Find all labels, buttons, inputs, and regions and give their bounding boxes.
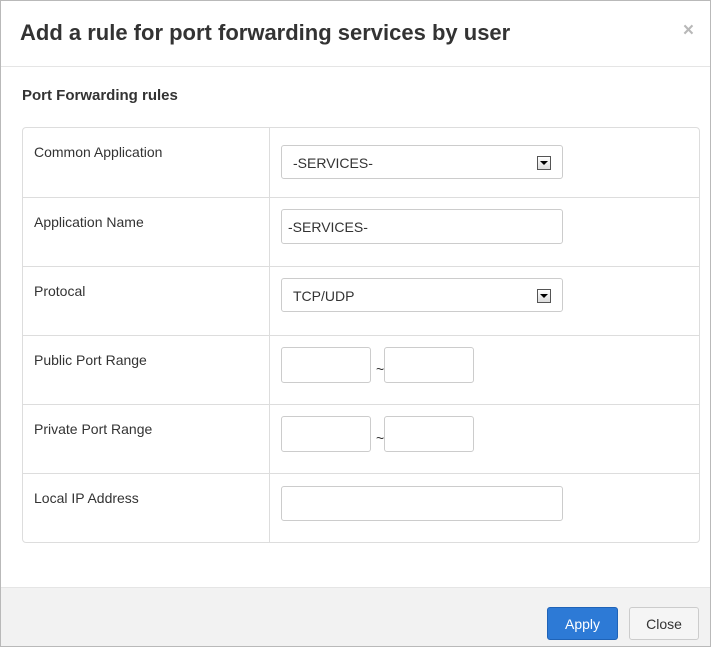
private-port-range-label: Private Port Range <box>34 421 153 437</box>
public-port-end-input[interactable] <box>384 347 474 383</box>
row-private-port-range: Private Port Range ~ <box>23 404 699 473</box>
port-forwarding-dialog: Add a rule for port forwarding services … <box>0 0 711 647</box>
dialog-footer: Apply Close <box>1 587 710 646</box>
application-name-label: Application Name <box>34 214 144 230</box>
public-port-range-label: Public Port Range <box>34 352 147 368</box>
local-ip-address-input[interactable] <box>281 486 563 521</box>
label-cell: Public Port Range <box>23 336 270 404</box>
section-title: Port Forwarding rules <box>22 87 178 104</box>
row-public-port-range: Public Port Range ~ <box>23 335 699 404</box>
public-port-range-separator: ~ <box>376 361 385 377</box>
label-cell: Application Name <box>23 198 270 266</box>
label-cell: Common Application <box>23 128 270 197</box>
public-port-start-input[interactable] <box>281 347 371 383</box>
apply-button[interactable]: Apply <box>547 607 618 640</box>
private-port-start-input[interactable] <box>281 416 371 452</box>
value-cell <box>270 198 699 266</box>
row-local-ip-address: Local IP Address <box>23 473 699 542</box>
local-ip-address-label: Local IP Address <box>34 490 139 506</box>
chevron-down-icon[interactable] <box>537 289 551 303</box>
row-protocol: Protocal TCP/UDP <box>23 266 699 335</box>
value-cell: -SERVICES- <box>270 128 699 197</box>
rules-table: Common Application -SERVICES- Applicatio… <box>22 127 700 543</box>
value-cell <box>270 474 699 542</box>
label-cell: Local IP Address <box>23 474 270 542</box>
value-cell: ~ <box>270 405 699 473</box>
chevron-down-icon[interactable] <box>537 156 551 170</box>
common-application-selected-value: -SERVICES- <box>293 155 373 171</box>
value-cell: TCP/UDP <box>270 267 699 335</box>
label-cell: Protocal <box>23 267 270 335</box>
private-port-end-input[interactable] <box>384 416 474 452</box>
value-cell: ~ <box>270 336 699 404</box>
private-port-range-separator: ~ <box>376 430 385 446</box>
protocol-label: Protocal <box>34 283 86 299</box>
protocol-select[interactable]: TCP/UDP <box>281 278 563 312</box>
application-name-input[interactable] <box>281 209 563 244</box>
protocol-selected-value: TCP/UDP <box>293 288 355 304</box>
close-icon[interactable]: × <box>683 21 694 41</box>
common-application-label: Common Application <box>34 144 163 160</box>
dialog-title: Add a rule for port forwarding services … <box>20 20 511 45</box>
label-cell: Private Port Range <box>23 405 270 473</box>
row-common-application: Common Application -SERVICES- <box>23 128 699 197</box>
dialog-header: Add a rule for port forwarding services … <box>1 1 710 67</box>
close-button[interactable]: Close <box>629 607 699 640</box>
row-application-name: Application Name <box>23 197 699 266</box>
common-application-select[interactable]: -SERVICES- <box>281 145 563 179</box>
